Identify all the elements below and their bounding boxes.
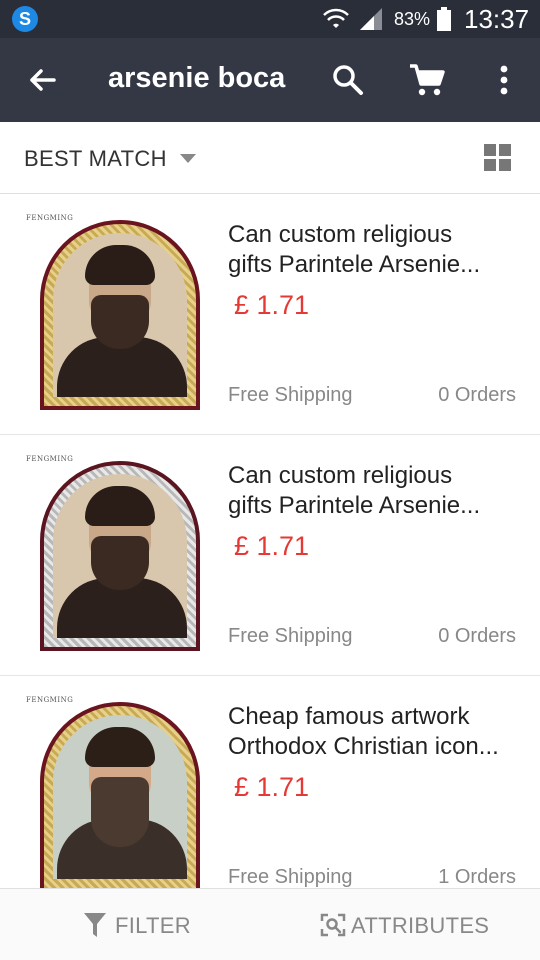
attributes-button[interactable]: ATTRIBUTES <box>320 911 520 941</box>
app-notification-icon: S <box>12 6 38 32</box>
cart-icon[interactable] <box>408 62 446 98</box>
wifi-icon <box>323 8 349 28</box>
product-image[interactable]: FENGMING <box>24 455 204 655</box>
orders-count: 1 Orders <box>438 866 516 888</box>
orders-count: 0 Orders <box>438 625 516 647</box>
attributes-icon <box>320 913 346 937</box>
battery-percent: 83% <box>394 9 431 29</box>
search-query-title[interactable]: arsenie boca <box>108 62 285 95</box>
attributes-label: ATTRIBUTES <box>351 913 490 938</box>
portrait <box>53 474 187 638</box>
product-title[interactable]: Can custom religious gifts Parintele Ars… <box>228 220 520 280</box>
product-item[interactable]: FENGMING Can custom religious gifts Pari… <box>0 194 540 435</box>
search-icon[interactable] <box>330 62 366 98</box>
product-item[interactable]: FENGMING Cheap famous artwork Orthodox C… <box>0 676 540 888</box>
thumb-brand-label: FENGMING <box>26 696 74 704</box>
search-toolbar: arsenie boca <box>0 38 540 122</box>
product-title-line: Can custom religious <box>228 462 453 489</box>
bottom-action-bar: FILTER ATTRIBUTES <box>0 888 540 960</box>
shipping-label: Free Shipping <box>228 625 353 647</box>
product-title-line: gifts Parintele Arsenie... <box>228 492 481 519</box>
portrait <box>53 715 187 879</box>
product-title-line: Can custom religious <box>228 221 453 248</box>
product-image[interactable]: FENGMING <box>24 214 204 414</box>
thumb-brand-label: FENGMING <box>26 455 74 463</box>
filter-icon <box>84 913 106 937</box>
sort-dropdown[interactable]: BEST MATCH <box>24 146 167 172</box>
shipping-label: Free Shipping <box>228 384 353 406</box>
product-item[interactable]: FENGMING Can custom religious gifts Pari… <box>0 435 540 676</box>
filter-label: FILTER <box>115 913 191 938</box>
status-time: 13:37 <box>464 4 530 34</box>
signal-icon <box>360 8 382 30</box>
more-vert-icon[interactable] <box>490 62 518 98</box>
grid-view-icon[interactable] <box>484 144 512 172</box>
thumb-brand-label: FENGMING <box>26 214 74 222</box>
sort-bar: BEST MATCH <box>0 122 540 194</box>
icon-frame <box>40 461 200 651</box>
product-price: £ 1.71 <box>234 290 310 320</box>
portrait <box>53 233 187 397</box>
product-title[interactable]: Cheap famous artwork Orthodox Christian … <box>228 702 520 762</box>
product-title-line: Cheap famous artwork <box>228 703 470 730</box>
battery-icon <box>437 7 451 31</box>
orders-count: 0 Orders <box>438 384 516 406</box>
chevron-down-icon[interactable] <box>180 154 196 164</box>
shipping-label: Free Shipping <box>228 866 353 888</box>
icon-frame <box>40 702 200 888</box>
back-arrow-icon[interactable] <box>24 62 60 98</box>
product-title-line: Orthodox Christian icon... <box>228 733 499 760</box>
status-bar: S 83% 13:37 <box>0 0 540 38</box>
icon-frame <box>40 220 200 410</box>
product-title[interactable]: Can custom religious gifts Parintele Ars… <box>228 461 520 521</box>
product-price: £ 1.71 <box>234 531 310 561</box>
product-title-line: gifts Parintele Arsenie... <box>228 251 481 278</box>
product-image[interactable]: FENGMING <box>24 696 204 888</box>
product-list: FENGMING Can custom religious gifts Pari… <box>0 194 540 888</box>
product-price: £ 1.71 <box>234 772 310 802</box>
